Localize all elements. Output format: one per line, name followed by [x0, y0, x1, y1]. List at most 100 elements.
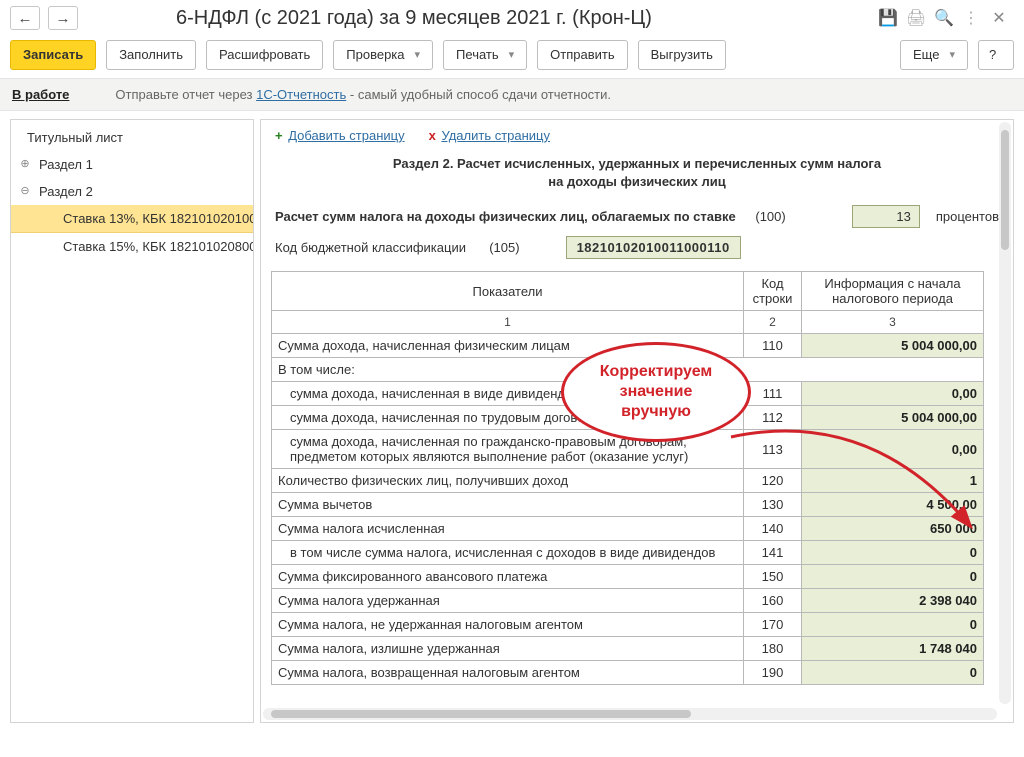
cell-metric: Количество физических лиц, получивших до… — [272, 469, 744, 493]
table-row: в том числе сумма налога, исчисленная с … — [272, 541, 984, 565]
titlebar: ← → 6-НДФЛ (с 2021 года) за 9 месяцев 20… — [0, 0, 1024, 34]
preview-icon[interactable]: 🔍 — [934, 8, 952, 28]
col-header-value: Информация с начала налогового периода — [802, 272, 984, 311]
status-link[interactable]: В работе — [12, 87, 69, 102]
add-page-link[interactable]: + Добавить страницу — [275, 128, 405, 143]
kbk-input[interactable]: 18210102010011000110 — [566, 236, 741, 259]
reporting-link[interactable]: 1С-Отчетность — [256, 87, 346, 102]
tree-item-label: Раздел 1 — [39, 157, 93, 172]
cell-value[interactable]: 1 — [802, 469, 984, 493]
section-title-line1: Раздел 2. Расчет исчисленных, удержанных… — [393, 156, 881, 171]
send-button[interactable]: Отправить — [537, 40, 627, 70]
callout-line2: значение — [620, 383, 693, 400]
col-header-code: Код строки — [744, 272, 802, 311]
section-title-line2: на доходы физических лиц — [548, 174, 725, 189]
rate-input[interactable]: 13 — [852, 205, 920, 228]
cell-code: 190 — [744, 661, 802, 685]
kbk-code: (105) — [489, 240, 519, 255]
horizontal-scrollbar[interactable] — [263, 708, 997, 720]
decrypt-button[interactable]: Расшифровать — [206, 40, 323, 70]
plus-icon: + — [275, 128, 283, 143]
table-row: Сумма налога, возвращенная налоговым аге… — [272, 661, 984, 685]
fill-button[interactable]: Заполнить — [106, 40, 196, 70]
cell-code: 180 — [744, 637, 802, 661]
delete-page-link[interactable]: x Удалить страницу — [429, 128, 550, 143]
title-actions: 💾 🖨 🔍 ⋮ ✕ — [878, 8, 1014, 28]
infobar-text-before: Отправьте отчет через — [115, 87, 256, 102]
tree-item-section1[interactable]: ⊕ Раздел 1 — [11, 151, 253, 178]
kbk-row: Код бюджетной классификации (105) 182101… — [271, 232, 1003, 263]
table-row: Сумма налога исчисленная140650 000 — [272, 517, 984, 541]
col-header-metric: Показатели — [272, 272, 744, 311]
annotation-bubble: Корректируем значение вручную — [561, 342, 751, 442]
cell-value[interactable]: 2 398 040 — [802, 589, 984, 613]
section-title: Раздел 2. Расчет исчисленных, удержанных… — [331, 155, 943, 191]
export-button[interactable]: Выгрузить — [638, 40, 726, 70]
rate-suffix: процентов — [936, 209, 999, 224]
toolbar: Записать Заполнить Расшифровать Проверка… — [0, 34, 1024, 78]
callout-line1: Корректируем — [600, 363, 712, 380]
table-row: Сумма фиксированного авансового платежа1… — [272, 565, 984, 589]
save-button[interactable]: Записать — [10, 40, 96, 70]
form-content: + Добавить страницу x Удалить страницу Р… — [260, 119, 1014, 723]
section2-table: Показатели Код строки Информация с начал… — [271, 271, 984, 685]
cell-metric: Сумма вычетов — [272, 493, 744, 517]
cell-value[interactable]: 1 748 040 — [802, 637, 984, 661]
more-button[interactable]: Еще — [900, 40, 968, 70]
nav-forward-button[interactable]: → — [48, 6, 78, 30]
cell-value[interactable]: 650 000 — [802, 517, 984, 541]
cell-value[interactable]: 0,00 — [802, 430, 984, 469]
infobar-text: Отправьте отчет через 1С-Отчетность - са… — [115, 87, 611, 102]
cell-metric: Сумма налога, возвращенная налоговым аге… — [272, 661, 744, 685]
cell-code: 170 — [744, 613, 802, 637]
cell-value[interactable]: 0,00 — [802, 382, 984, 406]
tree-item-label: Ставка 13%, КБК 18210102010011000110 — [63, 211, 253, 226]
tree-item-label: Ставка 15%, КБК 18210102080011000110 — [63, 239, 253, 254]
delete-page-label: Удалить страницу — [441, 128, 550, 143]
collapse-icon[interactable]: ⊖ — [19, 184, 31, 197]
help-button[interactable]: ? — [978, 40, 1014, 70]
cell-value[interactable]: 0 — [802, 661, 984, 685]
tree-item-label: Титульный лист — [27, 130, 123, 145]
sections-tree: Титульный лист ⊕ Раздел 1 ⊖ Раздел 2 Ста… — [10, 119, 254, 723]
infobar: В работе Отправьте отчет через 1С-Отчетн… — [0, 78, 1024, 111]
tree-item-section2[interactable]: ⊖ Раздел 2 — [11, 178, 253, 205]
expand-icon[interactable]: ⊕ — [19, 157, 31, 170]
cell-value[interactable]: 5 004 000,00 — [802, 334, 984, 358]
cell-metric: в том числе сумма налога, исчисленная с … — [272, 541, 744, 565]
cell-value[interactable]: 0 — [802, 565, 984, 589]
close-icon[interactable]: ✕ — [990, 8, 1008, 28]
print-button[interactable]: Печать — [443, 40, 527, 70]
cell-code: 140 — [744, 517, 802, 541]
cell-value[interactable]: 0 — [802, 613, 984, 637]
cell-metric: Сумма налога, излишне удержанная — [272, 637, 744, 661]
vertical-scrollbar[interactable] — [999, 122, 1011, 704]
tree-item-rate15[interactable]: Ставка 15%, КБК 18210102080011000110 — [11, 232, 253, 260]
cell-value[interactable]: 0 — [802, 541, 984, 565]
table-row: Сумма налога, излишне удержанная1801 748… — [272, 637, 984, 661]
rate-label: Расчет сумм налога на доходы физических … — [275, 209, 736, 224]
tree-item-rate13[interactable]: Ставка 13%, КБК 18210102010011000110 — [11, 205, 253, 232]
annotation-callout: Корректируем значение вручную — [561, 342, 771, 442]
save-disk-icon[interactable]: 💾 — [878, 8, 896, 28]
cell-metric: Сумма налога исчисленная — [272, 517, 744, 541]
check-button[interactable]: Проверка — [333, 40, 433, 70]
cell-value[interactable]: 4 500,00 — [802, 493, 984, 517]
cell-code: 160 — [744, 589, 802, 613]
cell-code: 120 — [744, 469, 802, 493]
kebab-icon[interactable]: ⋮ — [962, 8, 980, 28]
print-icon[interactable]: 🖨 — [906, 8, 924, 28]
table-row: Количество физических лиц, получивших до… — [272, 469, 984, 493]
add-page-label: Добавить страницу — [288, 128, 404, 143]
table-row: Сумма налога удержанная1602 398 040 — [272, 589, 984, 613]
nav-back-button[interactable]: ← — [10, 6, 40, 30]
rate-code: (100) — [755, 209, 785, 224]
tree-item-titlepage[interactable]: Титульный лист — [11, 124, 253, 151]
table-row: Сумма налога, не удержанная налоговым аг… — [272, 613, 984, 637]
cell-value[interactable]: 5 004 000,00 — [802, 406, 984, 430]
x-icon: x — [429, 128, 436, 143]
cell-code: 130 — [744, 493, 802, 517]
cell-code: 150 — [744, 565, 802, 589]
table-row: Сумма вычетов1304 500,00 — [272, 493, 984, 517]
callout-line3: вручную — [621, 403, 691, 420]
